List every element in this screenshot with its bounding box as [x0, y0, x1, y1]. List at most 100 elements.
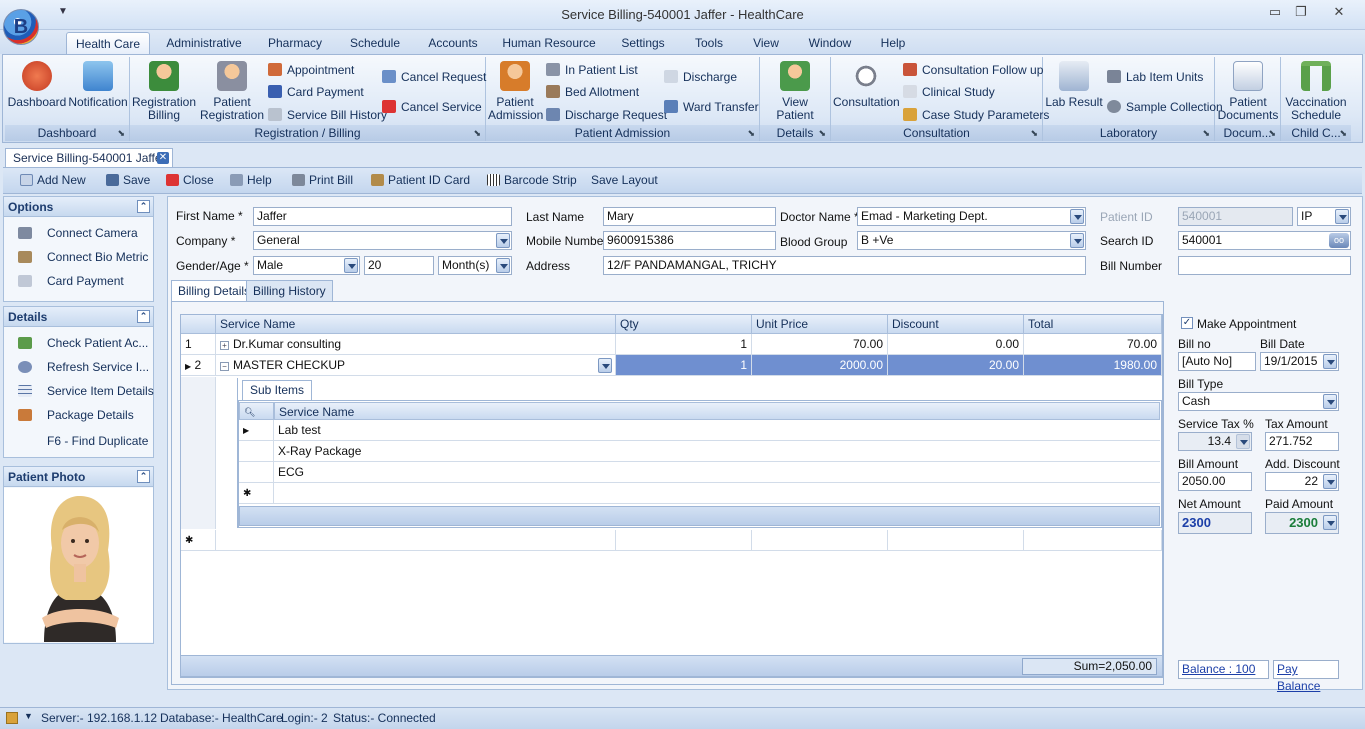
package-details-item[interactable]: Package Details [4, 405, 154, 425]
tab-help[interactable]: Help [872, 32, 914, 54]
sample-collection-button[interactable]: Sample Collection [1107, 98, 1223, 116]
chevron-down-icon[interactable] [598, 358, 612, 373]
qty-cell[interactable]: 1 [616, 355, 752, 376]
close-window-button[interactable]: ✕ [1328, 3, 1350, 21]
consultation-button[interactable]: Consultation [833, 61, 900, 109]
service-tax-input[interactable]: 13.4 [1178, 432, 1252, 451]
discount-cell[interactable]: 0.00 [888, 334, 1024, 355]
connect-bio-metric-item[interactable]: Connect Bio Metric [4, 247, 154, 267]
print-bill-button[interactable]: Print Bill [292, 173, 353, 187]
tab-schedule[interactable]: Schedule [342, 32, 408, 54]
expand-icon[interactable]: + [220, 341, 229, 350]
list-item[interactable]: ECG [274, 462, 1160, 483]
tab-billing-history[interactable]: Billing History [246, 280, 333, 301]
balance-link[interactable]: Balance : 100 [1178, 660, 1269, 679]
patient-id-input[interactable]: 540001 [1178, 207, 1293, 226]
check-patient-account-item[interactable]: Check Patient Ac... [4, 333, 154, 353]
tab-settings[interactable]: Settings [612, 32, 674, 54]
tab-administrative[interactable]: Administrative [160, 32, 248, 54]
card-payment-button[interactable]: Card Payment [268, 83, 364, 101]
new-sub-row[interactable] [274, 483, 1160, 504]
chevron-down-icon[interactable] [1323, 354, 1337, 369]
make-appointment-checkbox[interactable]: ✓ [1181, 317, 1193, 329]
patient-registration-button[interactable]: Patient Registration [198, 61, 266, 122]
chevron-down-icon[interactable] [1070, 233, 1084, 248]
ward-transfer-button[interactable]: Ward Transfer [664, 98, 759, 116]
chevron-down-icon[interactable] [1323, 515, 1337, 530]
lab-result-button[interactable]: Lab Result [1045, 61, 1103, 109]
in-patient-list-button[interactable]: In Patient List [546, 61, 638, 79]
save-layout-button[interactable]: Save Layout [591, 173, 658, 187]
binoculars-icon[interactable]: oo [1329, 233, 1349, 248]
doctor-name-select[interactable]: Emad - Marketing Dept. [857, 207, 1086, 226]
net-amount-input[interactable]: 2300 [1178, 512, 1252, 534]
case-study-parameters-button[interactable]: Case Study Parameters [903, 106, 1049, 124]
table-row[interactable]: + Dr.Kumar consulting [216, 334, 616, 355]
mobile-number-input[interactable]: 9600915386 [603, 231, 776, 250]
patient-admission-button[interactable]: Patient Admission [488, 61, 543, 122]
view-patient-button[interactable]: View Patient [762, 61, 828, 122]
table-row[interactable]: − MASTER CHECKUP [216, 355, 616, 376]
collapse-icon[interactable]: ⌃ [137, 470, 150, 483]
search-icon[interactable]: 🔍︎ [239, 402, 274, 420]
chevron-down-icon[interactable] [496, 233, 510, 248]
address-input[interactable]: 12/F PANDAMANGAL, TRICHY [603, 256, 1086, 275]
tab-view[interactable]: View [746, 32, 786, 54]
launcher-icon[interactable]: ⬊ [1339, 125, 1347, 141]
chevron-down-icon[interactable] [1335, 209, 1349, 224]
company-select[interactable]: General [253, 231, 512, 250]
chevron-down-icon[interactable] [344, 258, 358, 273]
column-header-unit-price[interactable]: Unit Price [752, 315, 888, 334]
launcher-icon[interactable]: ⬊ [1268, 125, 1276, 141]
dashboard-button[interactable]: Dashboard [7, 61, 67, 109]
column-header-qty[interactable]: Qty [616, 315, 752, 334]
cancel-service-button[interactable]: Cancel Service [382, 98, 482, 116]
chevron-down-icon[interactable] [496, 258, 510, 273]
vaccination-schedule-button[interactable]: Vaccination Schedule [1283, 61, 1349, 122]
discharge-button[interactable]: Discharge [664, 68, 737, 86]
tab-accounts[interactable]: Accounts [420, 32, 486, 54]
find-duplicate-shortcut[interactable]: F6 - Find Duplicate [4, 431, 154, 451]
connect-camera-item[interactable]: Connect Camera [4, 223, 154, 243]
launcher-icon[interactable]: ⬊ [473, 125, 481, 141]
lab-item-units-button[interactable]: Lab Item Units [1107, 68, 1203, 86]
column-header-service-name[interactable]: Service Name [216, 315, 616, 334]
patient-id-card-button[interactable]: Patient ID Card [371, 173, 470, 187]
document-tab[interactable]: Service Billing-540001 Jaffer ✕ [5, 148, 173, 167]
discharge-request-button[interactable]: Discharge Request [546, 106, 667, 124]
patient-type-select[interactable]: IP [1297, 207, 1351, 226]
service-bill-history-button[interactable]: Service Bill History [268, 106, 387, 124]
bill-amount-input[interactable]: 2050.00 [1178, 472, 1252, 491]
launcher-icon[interactable]: ⬊ [1202, 125, 1210, 141]
bill-type-select[interactable]: Cash [1178, 392, 1339, 411]
age-unit-select[interactable]: Month(s) [438, 256, 512, 275]
tab-billing-details[interactable]: Billing Details [171, 280, 258, 301]
patient-documents-button[interactable]: Patient Documents [1217, 61, 1279, 122]
close-button[interactable]: Close [166, 173, 214, 187]
chevron-down-icon[interactable] [1323, 474, 1337, 489]
launcher-icon[interactable]: ⬊ [1030, 125, 1038, 141]
chevron-down-icon[interactable] [1323, 394, 1337, 409]
menu-icon[interactable] [6, 712, 18, 724]
add-new-button[interactable]: Add New [20, 173, 86, 187]
unit-price-cell[interactable]: 2000.00 [752, 355, 888, 376]
appointment-button[interactable]: Appointment [268, 61, 354, 79]
collapse-icon[interactable]: ⌃ [137, 310, 150, 323]
qty-cell[interactable]: 1 [616, 334, 752, 355]
unit-price-cell[interactable]: 70.00 [752, 334, 888, 355]
tab-sub-items[interactable]: Sub Items [242, 380, 313, 400]
tab-window[interactable]: Window [802, 32, 858, 54]
close-tab-icon[interactable]: ✕ [157, 152, 169, 164]
chevron-down-icon[interactable] [1236, 434, 1250, 449]
tax-amount-input[interactable]: 271.752 [1265, 432, 1339, 451]
help-button[interactable]: Help [230, 173, 272, 187]
search-id-input[interactable]: 540001 oo [1178, 231, 1351, 250]
chevron-down-icon[interactable] [1070, 209, 1084, 224]
bill-date-select[interactable]: 19/1/2015 [1260, 352, 1339, 371]
card-payment-item[interactable]: Card Payment [4, 271, 154, 291]
add-discount-input[interactable]: 22 [1265, 472, 1339, 491]
maximize-button[interactable]: ❐ [1290, 3, 1312, 21]
tab-human-resource[interactable]: Human Resource [500, 32, 598, 54]
pay-balance-link[interactable]: Pay Balance [1273, 660, 1339, 693]
tab-health-care[interactable]: Health Care [66, 32, 150, 54]
